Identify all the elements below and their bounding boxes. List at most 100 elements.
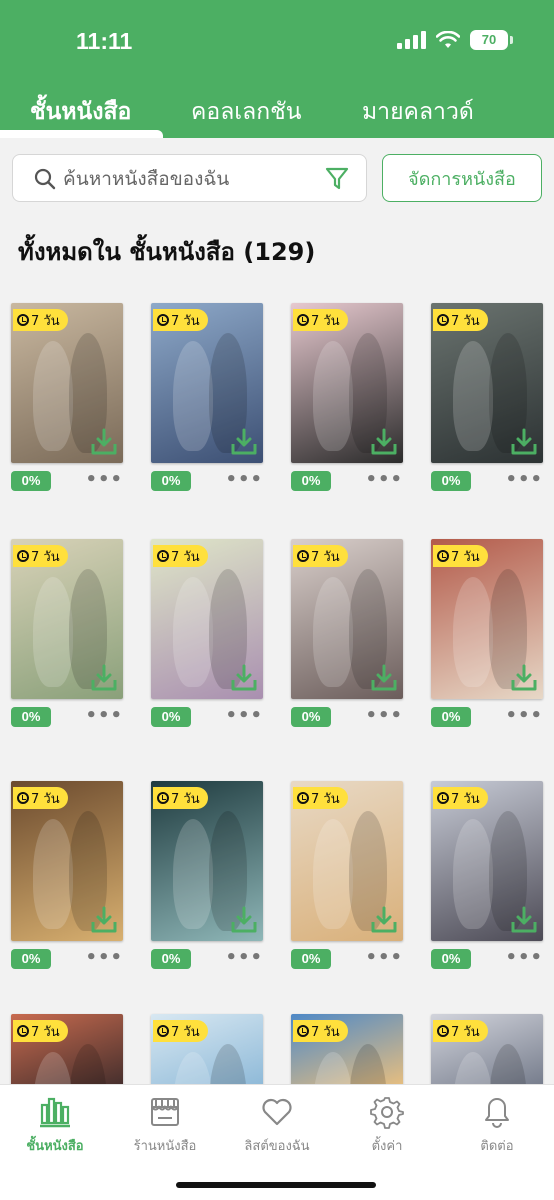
more-options-button[interactable]: ••• xyxy=(225,705,263,726)
badge-label: 7 วัน xyxy=(31,791,60,807)
book-item[interactable]: 7 วัน 0% ••• xyxy=(151,303,263,495)
badge-label: 7 วัน xyxy=(171,791,200,807)
book-item[interactable]: 7 วัน 0% ••• xyxy=(291,781,403,973)
download-icon[interactable] xyxy=(369,427,399,457)
nav-mylist[interactable]: ลิสต์ของฉัน xyxy=(222,1095,332,1156)
progress-badge: 0% xyxy=(11,949,51,969)
book-meta: 0% ••• xyxy=(291,469,403,495)
book-item[interactable]: 7 วัน 0% ••• xyxy=(431,303,543,495)
book-item[interactable]: 7 วัน xyxy=(431,1014,543,1094)
book-item[interactable]: 7 วัน 0% ••• xyxy=(291,303,403,495)
progress-badge: 0% xyxy=(291,471,331,491)
download-icon[interactable] xyxy=(229,663,259,693)
rental-badge: 7 วัน xyxy=(433,787,488,809)
book-cover[interactable]: 7 วัน xyxy=(151,303,263,463)
clock-icon xyxy=(157,792,169,804)
clock-icon xyxy=(17,792,29,804)
book-meta: 0% ••• xyxy=(431,705,543,731)
more-options-button[interactable]: ••• xyxy=(505,469,543,490)
more-options-button[interactable]: ••• xyxy=(85,947,123,968)
book-item[interactable]: 7 วัน 0% ••• xyxy=(11,781,123,973)
download-icon[interactable] xyxy=(229,905,259,935)
gear-icon xyxy=(370,1097,404,1129)
clock-icon xyxy=(157,1025,169,1037)
book-cover[interactable]: 7 วัน xyxy=(291,781,403,941)
book-cover[interactable]: 7 วัน xyxy=(151,781,263,941)
home-indicator xyxy=(176,1182,376,1188)
download-icon[interactable] xyxy=(509,427,539,457)
progress-badge: 0% xyxy=(151,471,191,491)
nav-store[interactable]: ร้านหนังสือ xyxy=(110,1095,220,1156)
book-cover[interactable]: 7 วัน xyxy=(151,1014,263,1094)
book-item[interactable]: 7 วัน 0% ••• xyxy=(431,539,543,731)
nav-settings[interactable]: ตั้งค่า xyxy=(332,1095,442,1156)
rental-badge: 7 วัน xyxy=(293,787,348,809)
nav-contact[interactable]: ติดต่อ xyxy=(442,1095,552,1156)
clock-icon xyxy=(297,314,309,326)
clock-icon xyxy=(437,314,449,326)
book-cover[interactable]: 7 วัน xyxy=(291,1014,403,1094)
more-options-button[interactable]: ••• xyxy=(85,469,123,490)
download-icon[interactable] xyxy=(89,905,119,935)
download-icon[interactable] xyxy=(89,663,119,693)
rental-badge: 7 วัน xyxy=(433,1020,488,1042)
book-cover[interactable]: 7 วัน xyxy=(291,303,403,463)
book-item[interactable]: 7 วัน 0% ••• xyxy=(151,539,263,731)
book-item[interactable]: 7 วัน xyxy=(151,1014,263,1094)
rental-badge: 7 วัน xyxy=(13,545,68,567)
rental-badge: 7 วัน xyxy=(153,309,208,331)
book-cover[interactable]: 7 วัน xyxy=(431,781,543,941)
book-meta: 0% ••• xyxy=(151,705,263,731)
more-options-button[interactable]: ••• xyxy=(225,947,263,968)
more-options-button[interactable]: ••• xyxy=(85,705,123,726)
badge-label: 7 วัน xyxy=(171,313,200,329)
book-meta: 0% ••• xyxy=(431,469,543,495)
download-icon[interactable] xyxy=(509,905,539,935)
badge-label: 7 วัน xyxy=(311,1024,340,1040)
book-cover[interactable]: 7 วัน xyxy=(431,303,543,463)
download-icon[interactable] xyxy=(229,427,259,457)
progress-badge: 0% xyxy=(291,707,331,727)
book-cover[interactable]: 7 วัน xyxy=(151,539,263,699)
book-cover[interactable]: 7 วัน xyxy=(11,781,123,941)
book-item[interactable]: 7 วัน 0% ••• xyxy=(291,539,403,731)
book-cover[interactable]: 7 วัน xyxy=(431,539,543,699)
rental-badge: 7 วัน xyxy=(153,787,208,809)
download-icon[interactable] xyxy=(89,427,119,457)
book-cover[interactable]: 7 วัน xyxy=(11,539,123,699)
store-icon xyxy=(151,1098,179,1126)
rental-badge: 7 วัน xyxy=(433,309,488,331)
book-item[interactable]: 7 วัน 0% ••• xyxy=(151,781,263,973)
download-icon[interactable] xyxy=(369,663,399,693)
nav-bookshelf[interactable]: ชั้นหนังสือ xyxy=(0,1095,110,1156)
badge-label: 7 วัน xyxy=(451,549,480,565)
download-icon[interactable] xyxy=(369,905,399,935)
book-item[interactable]: 7 วัน xyxy=(291,1014,403,1094)
book-grid: 7 วัน 0% ••• 7 วัน 0% ••• 7 วัน 0% ••• 7… xyxy=(0,0,554,1200)
more-options-button[interactable]: ••• xyxy=(365,947,403,968)
more-options-button[interactable]: ••• xyxy=(505,947,543,968)
badge-label: 7 วัน xyxy=(171,1024,200,1040)
book-cover[interactable]: 7 วัน xyxy=(291,539,403,699)
book-cover[interactable]: 7 วัน xyxy=(11,303,123,463)
book-meta: 0% ••• xyxy=(431,947,543,973)
book-meta: 0% ••• xyxy=(291,705,403,731)
clock-icon xyxy=(437,550,449,562)
book-item[interactable]: 7 วัน xyxy=(11,1014,123,1094)
badge-label: 7 วัน xyxy=(31,1024,60,1040)
book-cover[interactable]: 7 วัน xyxy=(431,1014,543,1094)
rental-badge: 7 วัน xyxy=(13,309,68,331)
book-item[interactable]: 7 วัน 0% ••• xyxy=(11,539,123,731)
more-options-button[interactable]: ••• xyxy=(365,705,403,726)
more-options-button[interactable]: ••• xyxy=(225,469,263,490)
badge-label: 7 วัน xyxy=(31,549,60,565)
download-icon[interactable] xyxy=(509,663,539,693)
badge-label: 7 วัน xyxy=(311,791,340,807)
rental-badge: 7 วัน xyxy=(293,545,348,567)
book-item[interactable]: 7 วัน 0% ••• xyxy=(431,781,543,973)
book-cover[interactable]: 7 วัน xyxy=(11,1014,123,1094)
more-options-button[interactable]: ••• xyxy=(505,705,543,726)
more-options-button[interactable]: ••• xyxy=(365,469,403,490)
book-item[interactable]: 7 วัน 0% ••• xyxy=(11,303,123,495)
badge-label: 7 วัน xyxy=(171,549,200,565)
